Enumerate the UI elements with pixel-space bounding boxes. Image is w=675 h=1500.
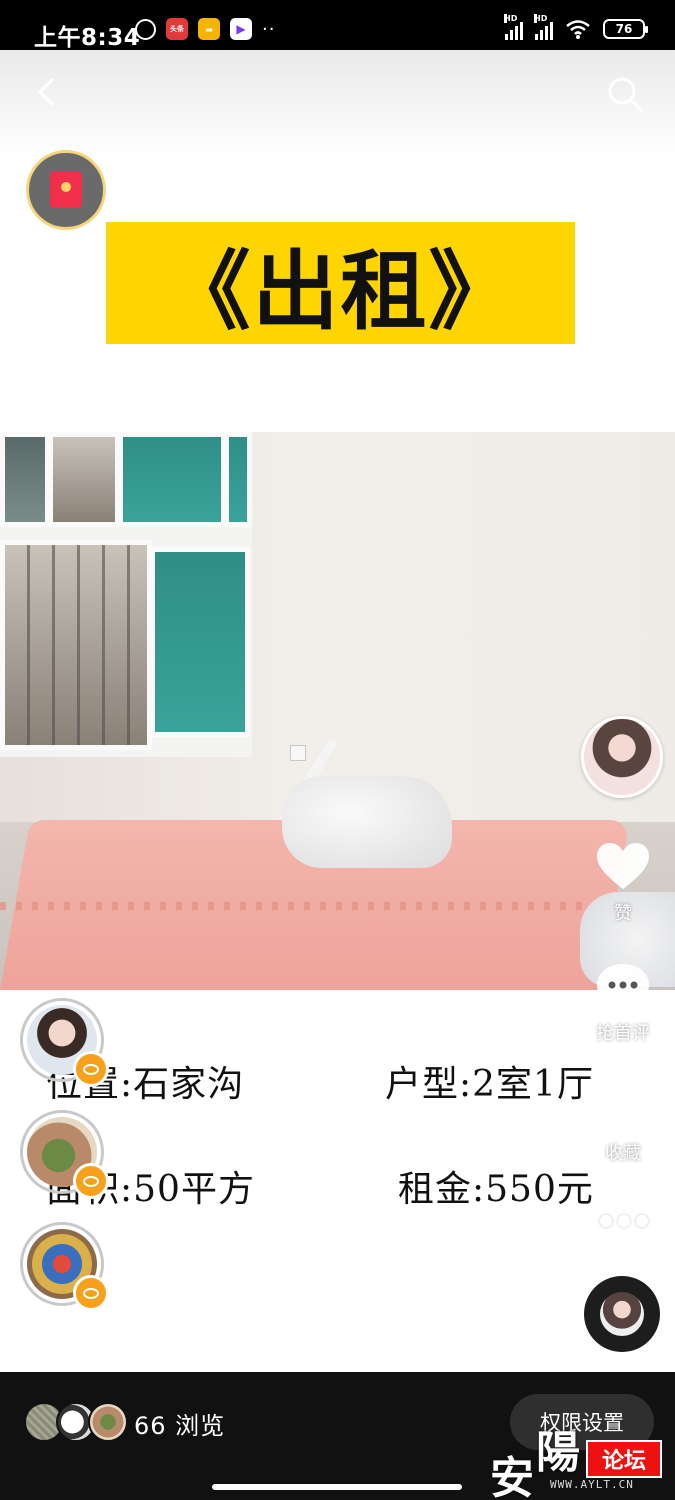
comment-label: 抢首评: [596, 1023, 650, 1044]
status-icons-left: 头条 ▬ ▶ ··: [135, 18, 275, 40]
more-notifications-icon: ··: [262, 18, 276, 40]
viewer-avatar-3: [88, 1402, 128, 1442]
like-label: 赞: [614, 903, 632, 924]
notes-icon: ▬: [198, 18, 220, 40]
more-button[interactable]: [596, 1210, 652, 1232]
favorite-button[interactable]: 收藏: [580, 1076, 666, 1165]
live-avatar-3[interactable]: [20, 1222, 109, 1311]
comment-icon: [597, 964, 649, 1010]
info-rent: 租金:550元: [398, 1169, 594, 1210]
like-button[interactable]: 赞: [580, 842, 666, 925]
live-avatar-2[interactable]: [20, 1110, 109, 1199]
star-icon: [596, 1078, 650, 1129]
author-avatar[interactable]: [581, 716, 663, 798]
live-badge-icon: [73, 1163, 109, 1199]
search-button[interactable]: [605, 74, 645, 114]
battery-icon: 76: [603, 19, 648, 39]
back-button[interactable]: [28, 72, 68, 112]
wifi-icon: [566, 20, 590, 39]
wall-socket: [290, 745, 306, 761]
signal-icon-2: HD: [534, 14, 553, 40]
live-badge-icon: [73, 1051, 109, 1087]
forum-watermark: 安 陽 论坛 WWW.AYLT.CN: [490, 1412, 675, 1500]
favorite-label: 收藏: [605, 1143, 641, 1164]
live-avatar-1[interactable]: [20, 998, 109, 1087]
heart-icon: [597, 843, 649, 889]
music-disc-avatar: [600, 1292, 644, 1336]
toutiao-icon: 头条: [166, 18, 188, 40]
red-packet-button[interactable]: [26, 150, 106, 230]
status-icons-right: HD HD 76: [504, 14, 648, 40]
post-title: 《出租》: [164, 240, 517, 342]
views-count: 66 浏览: [134, 1412, 226, 1440]
comment-button[interactable]: 抢首评: [580, 962, 666, 1045]
title-banner: 《出租》: [106, 222, 575, 344]
room-photo: [0, 432, 675, 990]
viewer-avatars[interactable]: [24, 1402, 134, 1442]
quilt: [282, 776, 452, 868]
status-time: 上午8:34: [34, 25, 141, 51]
signal-icon-1: HD: [504, 14, 523, 40]
red-packet-icon: [50, 172, 82, 208]
home-indicator[interactable]: [212, 1484, 462, 1490]
info-layout: 户型:2室1厅: [385, 1064, 594, 1105]
live-badge-icon: [73, 1275, 109, 1311]
window: [0, 432, 252, 757]
screen: 上午8:34 头条 ▬ ▶ ·· HD HD 76 《出租》 位置:石家沟 户型…: [0, 0, 675, 1500]
alarm-icon: [135, 18, 156, 40]
play-store-icon: ▶: [230, 18, 252, 40]
music-disc[interactable]: [584, 1276, 660, 1352]
